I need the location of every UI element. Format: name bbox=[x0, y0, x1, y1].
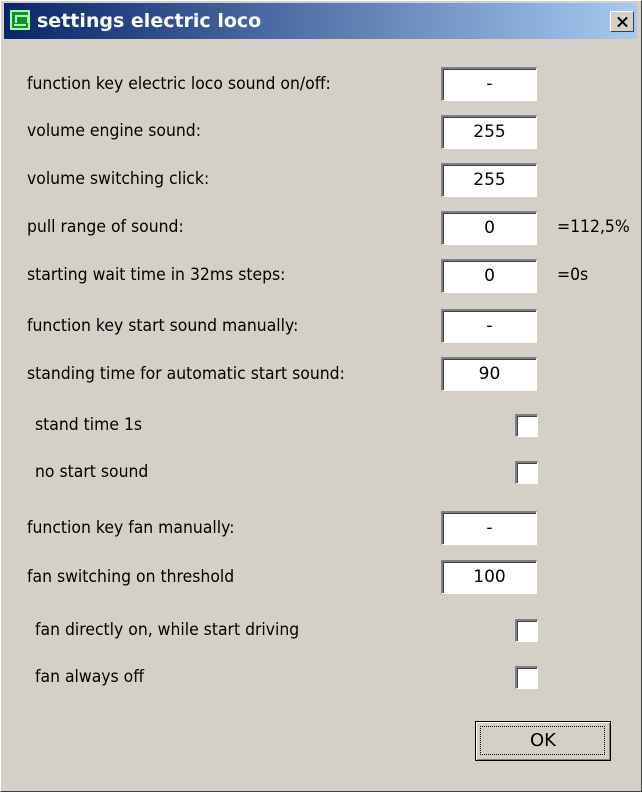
standing-time-label: standing time for automatic start sound: bbox=[27, 364, 345, 384]
start-wait-label: starting wait time in 32ms steps: bbox=[27, 265, 286, 285]
title-bar[interactable]: settings electric loco bbox=[4, 3, 637, 39]
standing-time-field[interactable]: 90 bbox=[441, 357, 537, 391]
ok-button[interactable]: OK bbox=[475, 721, 611, 761]
pull-range-field[interactable]: 0 bbox=[441, 211, 537, 245]
close-button[interactable] bbox=[610, 11, 634, 32]
fan-threshold-field[interactable]: 100 bbox=[441, 560, 537, 594]
fan-threshold-label: fan switching on threshold bbox=[27, 567, 235, 587]
fn-key-fan-field[interactable]: - bbox=[441, 511, 537, 545]
settings-dialog: settings electric loco function key elec… bbox=[0, 0, 642, 792]
no-start-sound-checkbox[interactable] bbox=[515, 461, 538, 484]
window-title: settings electric loco bbox=[37, 10, 262, 32]
volume-click-field[interactable]: 255 bbox=[441, 163, 537, 197]
volume-engine-label: volume engine sound: bbox=[27, 121, 201, 141]
fn-key-fan-label: function key fan manually: bbox=[27, 518, 235, 538]
start-wait-field[interactable]: 0 bbox=[441, 259, 537, 293]
fan-always-off-label: fan always off bbox=[35, 667, 145, 687]
fn-key-start-label: function key start sound manually: bbox=[27, 316, 299, 336]
fan-always-off-checkbox[interactable] bbox=[515, 666, 538, 689]
volume-click-label: volume switching click: bbox=[27, 169, 210, 189]
ok-button-label: OK bbox=[530, 730, 556, 751]
stand-time-1s-label: stand time 1s bbox=[35, 415, 143, 435]
stand-time-1s-checkbox[interactable] bbox=[515, 414, 538, 437]
fan-direct-on-label: fan directly on, while start driving bbox=[35, 620, 300, 640]
fn-key-sound-label: function key electric loco sound on/off: bbox=[27, 74, 331, 94]
pull-range-percent: =112,5% bbox=[557, 217, 630, 237]
no-start-sound-label: no start sound bbox=[35, 462, 149, 482]
pull-range-label: pull range of sound: bbox=[27, 217, 184, 237]
volume-engine-field[interactable]: 255 bbox=[441, 115, 537, 149]
fan-direct-on-checkbox[interactable] bbox=[515, 619, 538, 642]
fn-key-start-field[interactable]: - bbox=[441, 309, 537, 343]
app-icon bbox=[10, 10, 30, 30]
start-wait-seconds: =0s bbox=[557, 265, 589, 285]
fn-key-sound-field[interactable]: - bbox=[441, 67, 537, 101]
